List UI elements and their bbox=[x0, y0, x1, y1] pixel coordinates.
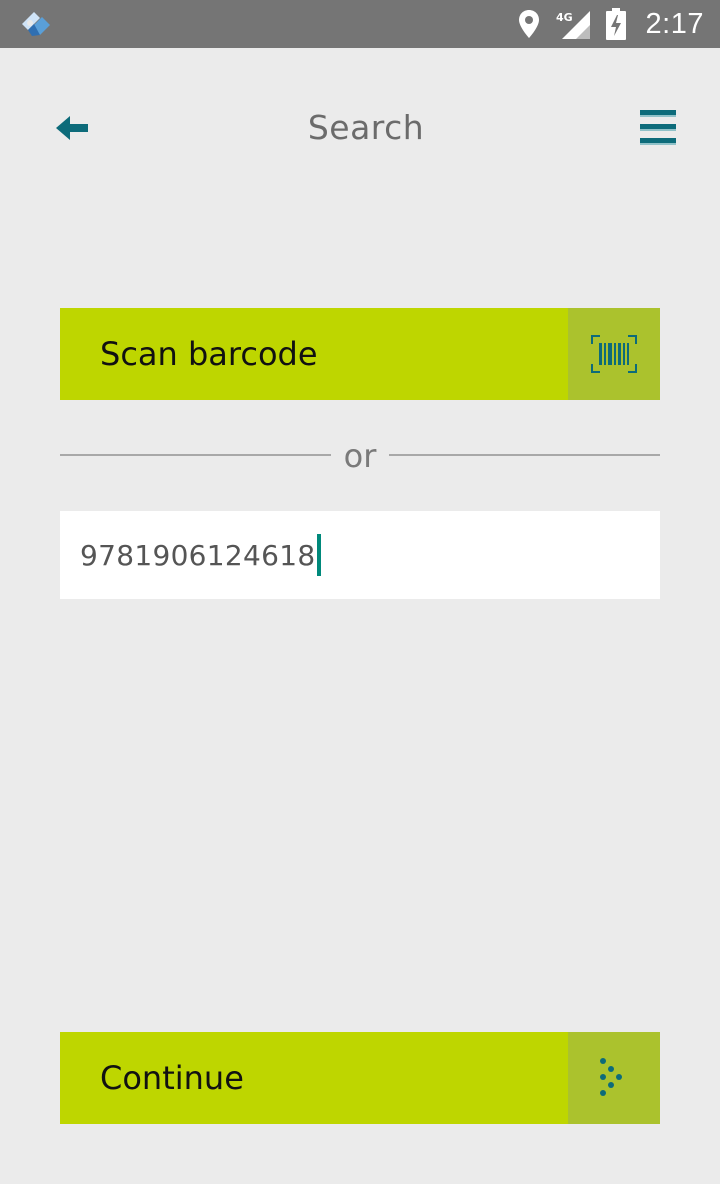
page-title: Search bbox=[307, 108, 425, 147]
continue-button[interactable]: Continue bbox=[60, 1032, 660, 1124]
scan-barcode-label: Scan barcode bbox=[100, 335, 318, 373]
scan-barcode-icon-box bbox=[568, 308, 660, 400]
divider-line-right bbox=[389, 454, 660, 456]
or-label: or bbox=[343, 437, 377, 475]
isbn-input-value[interactable]: 9781906124618 bbox=[60, 539, 316, 572]
continue-icon-box bbox=[568, 1032, 660, 1124]
dots-arrow-right-icon bbox=[600, 1058, 622, 1096]
text-caret bbox=[316, 534, 321, 576]
network-type-label: 4G bbox=[556, 11, 573, 24]
hamburger-menu-icon bbox=[640, 110, 676, 145]
or-divider: or bbox=[60, 436, 660, 476]
menu-button[interactable] bbox=[640, 110, 680, 148]
battery-charging-icon bbox=[605, 8, 626, 40]
continue-label: Continue bbox=[100, 1059, 244, 1097]
clock: 2:17 bbox=[645, 7, 704, 40]
barcode-icon bbox=[591, 335, 637, 373]
status-bar: 4G 2:17 bbox=[0, 0, 720, 48]
scan-barcode-button[interactable]: Scan barcode bbox=[60, 308, 660, 400]
divider-line-left bbox=[60, 454, 331, 456]
app-badge-icon bbox=[22, 12, 50, 36]
signal-icon: 4G bbox=[554, 9, 592, 39]
location-icon bbox=[518, 9, 540, 39]
isbn-input-field[interactable]: 9781906124618 bbox=[60, 511, 660, 599]
